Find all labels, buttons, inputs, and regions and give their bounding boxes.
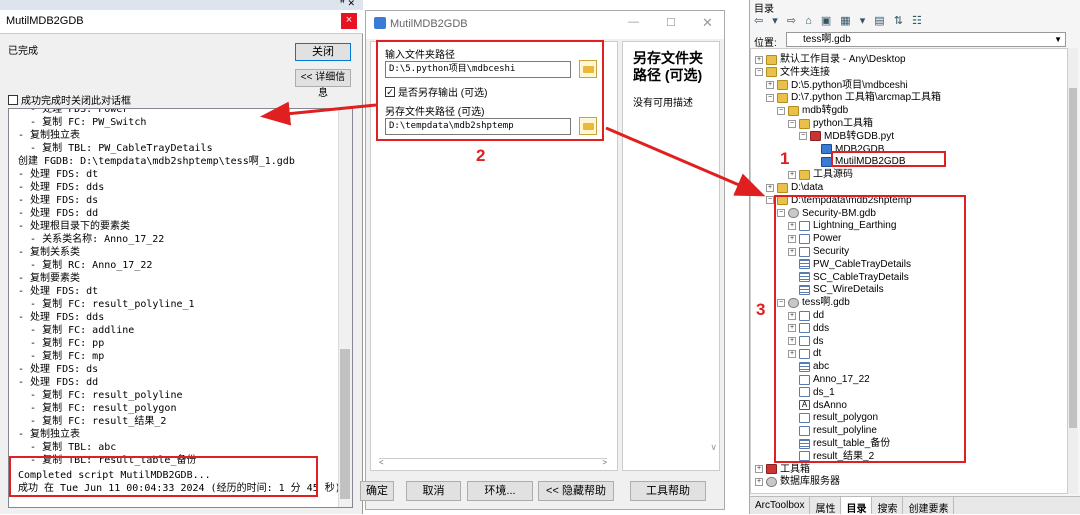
annotation-arrows [260, 101, 766, 197]
arrow-to-log [260, 101, 377, 126]
arrow-to-output [605, 126, 766, 197]
